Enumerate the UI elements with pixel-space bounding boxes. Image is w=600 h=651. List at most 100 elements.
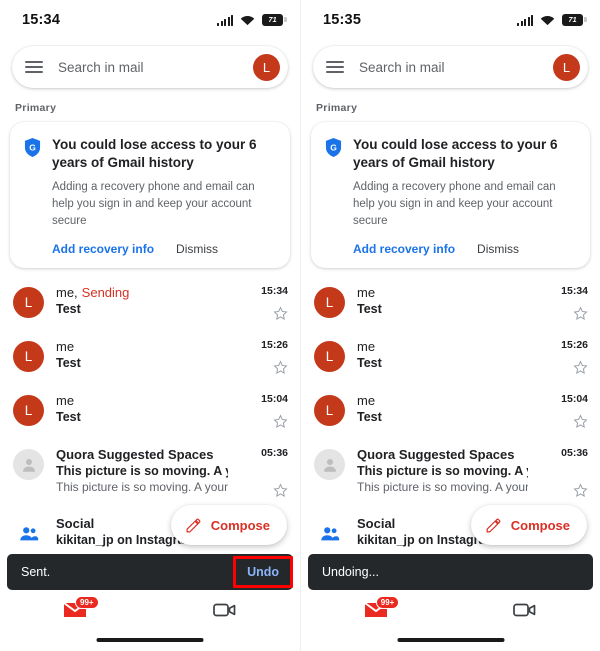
row-right: 05:36: [540, 447, 588, 498]
wifi-icon: [540, 15, 555, 25]
pencil-icon: [186, 518, 201, 532]
star-icon[interactable]: [573, 306, 588, 321]
svg-text:G: G: [330, 142, 337, 152]
email-time: 15:04: [261, 393, 288, 406]
battery-level: 71: [268, 15, 277, 25]
signal-bars-icon: [217, 14, 233, 26]
person-icon: [323, 458, 336, 472]
nav-item-meet[interactable]: [451, 601, 600, 619]
avatar[interactable]: L: [314, 395, 345, 427]
email-status-sending: Sending: [81, 285, 130, 301]
home-indicator: [96, 638, 204, 642]
signal-bars-icon: [517, 14, 533, 26]
snackbar-message: Undoing...: [322, 565, 379, 579]
add-recovery-info-button[interactable]: Add recovery info: [353, 242, 455, 256]
avatar[interactable]: L: [13, 341, 44, 373]
nav-item-meet[interactable]: [150, 601, 300, 619]
annotation-highlight-box: [233, 556, 293, 588]
table-row[interactable]: L me Test 15:26: [301, 330, 600, 384]
nav-item-mail[interactable]: 99+: [0, 596, 150, 620]
dismiss-button[interactable]: Dismiss: [477, 242, 519, 256]
compose-label: Compose: [510, 517, 570, 533]
compose-button[interactable]: Compose: [170, 505, 287, 545]
table-row[interactable]: L me Test 15:04: [0, 384, 300, 438]
email-subject: Test: [56, 302, 81, 317]
search-input[interactable]: Search in mail: [58, 60, 238, 75]
email-subject: This picture is so moving. A youn…: [56, 464, 228, 479]
hamburger-menu-icon[interactable]: [25, 60, 43, 74]
email-sender: me,: [56, 285, 78, 301]
table-row[interactable]: L me Test 15:34: [301, 276, 600, 330]
search-bar[interactable]: Search in mail L: [313, 46, 588, 88]
row-main: me Test: [357, 339, 528, 370]
search-input[interactable]: Search in mail: [359, 60, 538, 75]
star-icon[interactable]: [273, 483, 288, 498]
bottom-navigation: 99+: [0, 590, 300, 630]
avatar[interactable]: [13, 449, 44, 481]
row-main: Quora Suggested Spaces This picture is s…: [357, 447, 528, 494]
compose-label: Compose: [210, 517, 270, 533]
avatar[interactable]: L: [314, 287, 345, 319]
account-avatar[interactable]: L: [253, 53, 280, 81]
star-icon[interactable]: [273, 360, 288, 375]
nav-item-mail[interactable]: 99+: [301, 596, 451, 620]
compose-button[interactable]: Compose: [470, 505, 587, 545]
promo-title: You could lose access to your 6 years of…: [353, 137, 558, 171]
table-row[interactable]: L me Test 15:04: [301, 384, 600, 438]
row-line1: me, Sending: [56, 285, 228, 300]
star-icon[interactable]: [573, 483, 588, 498]
avatar[interactable]: L: [13, 287, 44, 319]
category-label-primary: Primary: [15, 102, 57, 114]
star-icon[interactable]: [273, 306, 288, 321]
star-icon[interactable]: [573, 360, 588, 375]
email-time: 15:04: [561, 393, 588, 406]
email-snippet: This picture is so moving. A young D…: [56, 480, 228, 495]
person-icon: [22, 458, 35, 472]
promo-subtitle: Adding a recovery phone and email can he…: [52, 181, 255, 227]
email-sender: me: [56, 393, 75, 409]
unread-badge: 99+: [375, 596, 400, 609]
dual-screenshot-stage: 15:34 71 Search in mail L Primary G You …: [0, 0, 600, 651]
search-bar[interactable]: Search in mail L: [12, 46, 288, 88]
row-right: 15:26: [540, 339, 588, 375]
unread-badge: 99+: [75, 596, 99, 609]
table-row[interactable]: L me, Sending Test 15:34: [0, 276, 300, 330]
account-avatar[interactable]: L: [553, 53, 580, 81]
email-time: 15:34: [561, 285, 588, 298]
video-call-icon: [213, 603, 236, 617]
star-icon[interactable]: [273, 414, 288, 429]
promo-actions: Add recovery info Dismiss: [353, 242, 576, 256]
avatar[interactable]: [314, 449, 345, 481]
add-recovery-info-button[interactable]: Add recovery info: [52, 242, 154, 256]
dismiss-button[interactable]: Dismiss: [176, 242, 218, 256]
snackbar: Sent. Undo: [7, 554, 293, 590]
promo-subtitle: Adding a recovery phone and email can he…: [353, 181, 556, 227]
avatar[interactable]: L: [314, 341, 345, 373]
home-indicator: [397, 638, 504, 642]
avatar[interactable]: [314, 518, 345, 549]
row-main: me Test: [357, 285, 528, 316]
row-right: 15:34: [540, 285, 588, 321]
row-right: 15:34: [240, 285, 288, 321]
email-snippet: This picture is so moving. A young D…: [357, 480, 528, 495]
table-row[interactable]: Quora Suggested Spaces This picture is s…: [301, 438, 600, 507]
table-row[interactable]: Quora Suggested Spaces This picture is s…: [0, 438, 300, 507]
star-icon[interactable]: [573, 414, 588, 429]
row-right: 15:04: [540, 393, 588, 429]
row-right: 15:26: [240, 339, 288, 375]
recovery-promo-card[interactable]: G You could lose access to your 6 years …: [10, 122, 290, 269]
hamburger-menu-icon[interactable]: [326, 60, 344, 74]
row-main: me Test: [56, 393, 228, 424]
promo-actions: Add recovery info Dismiss: [52, 242, 276, 256]
undo-button[interactable]: Undo: [233, 556, 293, 588]
row-main: me Test: [357, 393, 528, 424]
category-label-primary: Primary: [316, 102, 358, 114]
avatar[interactable]: [13, 518, 44, 549]
table-row[interactable]: L me Test 15:26: [0, 330, 300, 384]
email-subject: Test: [56, 410, 81, 425]
social-people-icon: [320, 527, 339, 541]
avatar[interactable]: L: [13, 395, 44, 427]
email-subject: Test: [357, 410, 382, 425]
row-main: me Test: [56, 339, 228, 370]
recovery-promo-card[interactable]: G You could lose access to your 6 years …: [311, 122, 590, 269]
